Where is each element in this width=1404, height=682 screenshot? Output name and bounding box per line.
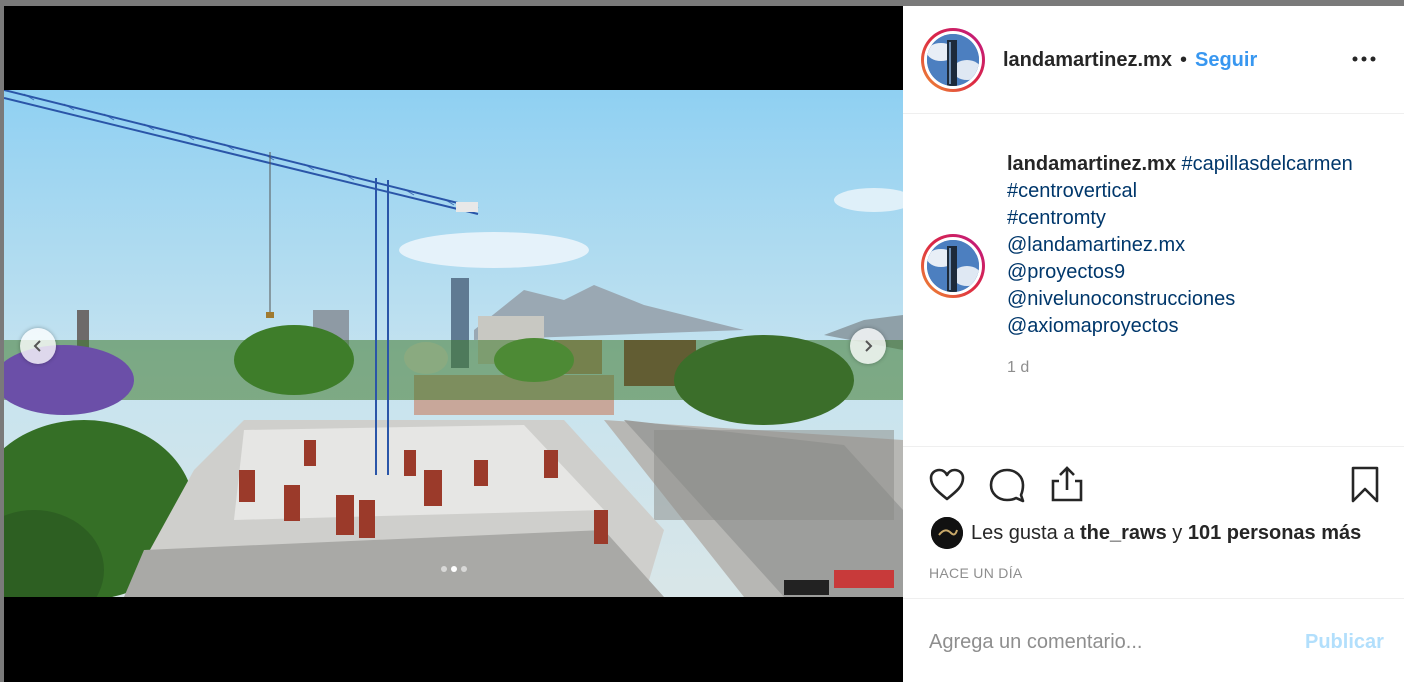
chevron-left-icon (33, 340, 41, 352)
caption-avatar[interactable] (921, 234, 985, 298)
likes-prefix: Les gusta a (971, 521, 1075, 544)
comment-icon (989, 468, 1025, 503)
comment-form: Publicar (903, 598, 1404, 682)
liker-username[interactable]: the_raws (1080, 522, 1167, 544)
publish-button[interactable]: Publicar (1305, 631, 1384, 654)
more-options-icon (1352, 56, 1376, 62)
likes-summary: Les gusta a the_raws y 101 personas más (931, 517, 1361, 549)
share-button[interactable] (1047, 465, 1087, 505)
avatar-image (927, 240, 979, 292)
profile-username[interactable]: landamartinez.mx (1003, 49, 1172, 72)
previous-slide-button[interactable] (20, 328, 56, 364)
save-button[interactable] (1345, 465, 1385, 505)
avatar-image (927, 34, 979, 86)
liker-avatar[interactable] (931, 517, 963, 549)
caption-text: landamartinez.mx #capillasdelcarmen #cen… (1007, 151, 1353, 340)
likes-others-link[interactable]: 101 personas más (1188, 522, 1361, 544)
mention-link[interactable]: @axiomaproyectos (1007, 313, 1353, 340)
caption-username[interactable]: landamartinez.mx (1007, 153, 1176, 175)
carousel-dot-active (450, 566, 457, 572)
carousel-dot (440, 566, 447, 572)
carousel-indicator (4, 566, 903, 572)
mention-link[interactable]: @niveluno​construcciones (1007, 286, 1353, 313)
post-media (4, 6, 903, 682)
follow-button[interactable]: Seguir (1195, 49, 1257, 72)
like-button[interactable] (927, 465, 967, 505)
post-photo (4, 90, 903, 597)
mention-link[interactable]: @proyectos9 (1007, 259, 1353, 286)
post-sidebar: landamartinez.mx • Seguir landamartinez.… (903, 6, 1404, 682)
comment-input[interactable] (929, 621, 1289, 663)
post-dialog: landamartinez.mx • Seguir landamartinez.… (0, 0, 1404, 682)
bookmark-icon (1351, 466, 1379, 503)
avatar-image (931, 517, 963, 549)
carousel-dot (460, 566, 467, 572)
chevron-right-icon (865, 340, 873, 352)
post-header: landamartinez.mx • Seguir (903, 6, 1404, 114)
share-icon (1051, 466, 1083, 502)
more-options-button[interactable] (1349, 44, 1379, 74)
caption-timestamp[interactable]: 1 d (1007, 359, 1029, 377)
heart-icon (929, 468, 965, 501)
comment-button[interactable] (987, 465, 1027, 505)
post-caption: landamartinez.mx #capillasdelcarmen #cen… (903, 115, 1404, 445)
post-date[interactable]: HACE UN DÍA (929, 565, 1023, 581)
likes-text: Les gusta a the_raws y 101 personas más (971, 522, 1361, 545)
hashtag-link[interactable]: #capillasdelcarmen (1182, 153, 1353, 175)
mention-link[interactable]: @landamartinez.mx (1007, 232, 1353, 259)
hashtag-link[interactable]: #centrovertical (1007, 178, 1353, 205)
likes-joiner: y (1172, 521, 1183, 544)
profile-avatar[interactable] (921, 28, 985, 92)
hashtag-link[interactable]: #centromty (1007, 205, 1353, 232)
separator-dot: • (1180, 49, 1188, 71)
post-actions: Les gusta a the_raws y 101 personas más … (903, 446, 1404, 598)
next-slide-button[interactable] (850, 328, 886, 364)
